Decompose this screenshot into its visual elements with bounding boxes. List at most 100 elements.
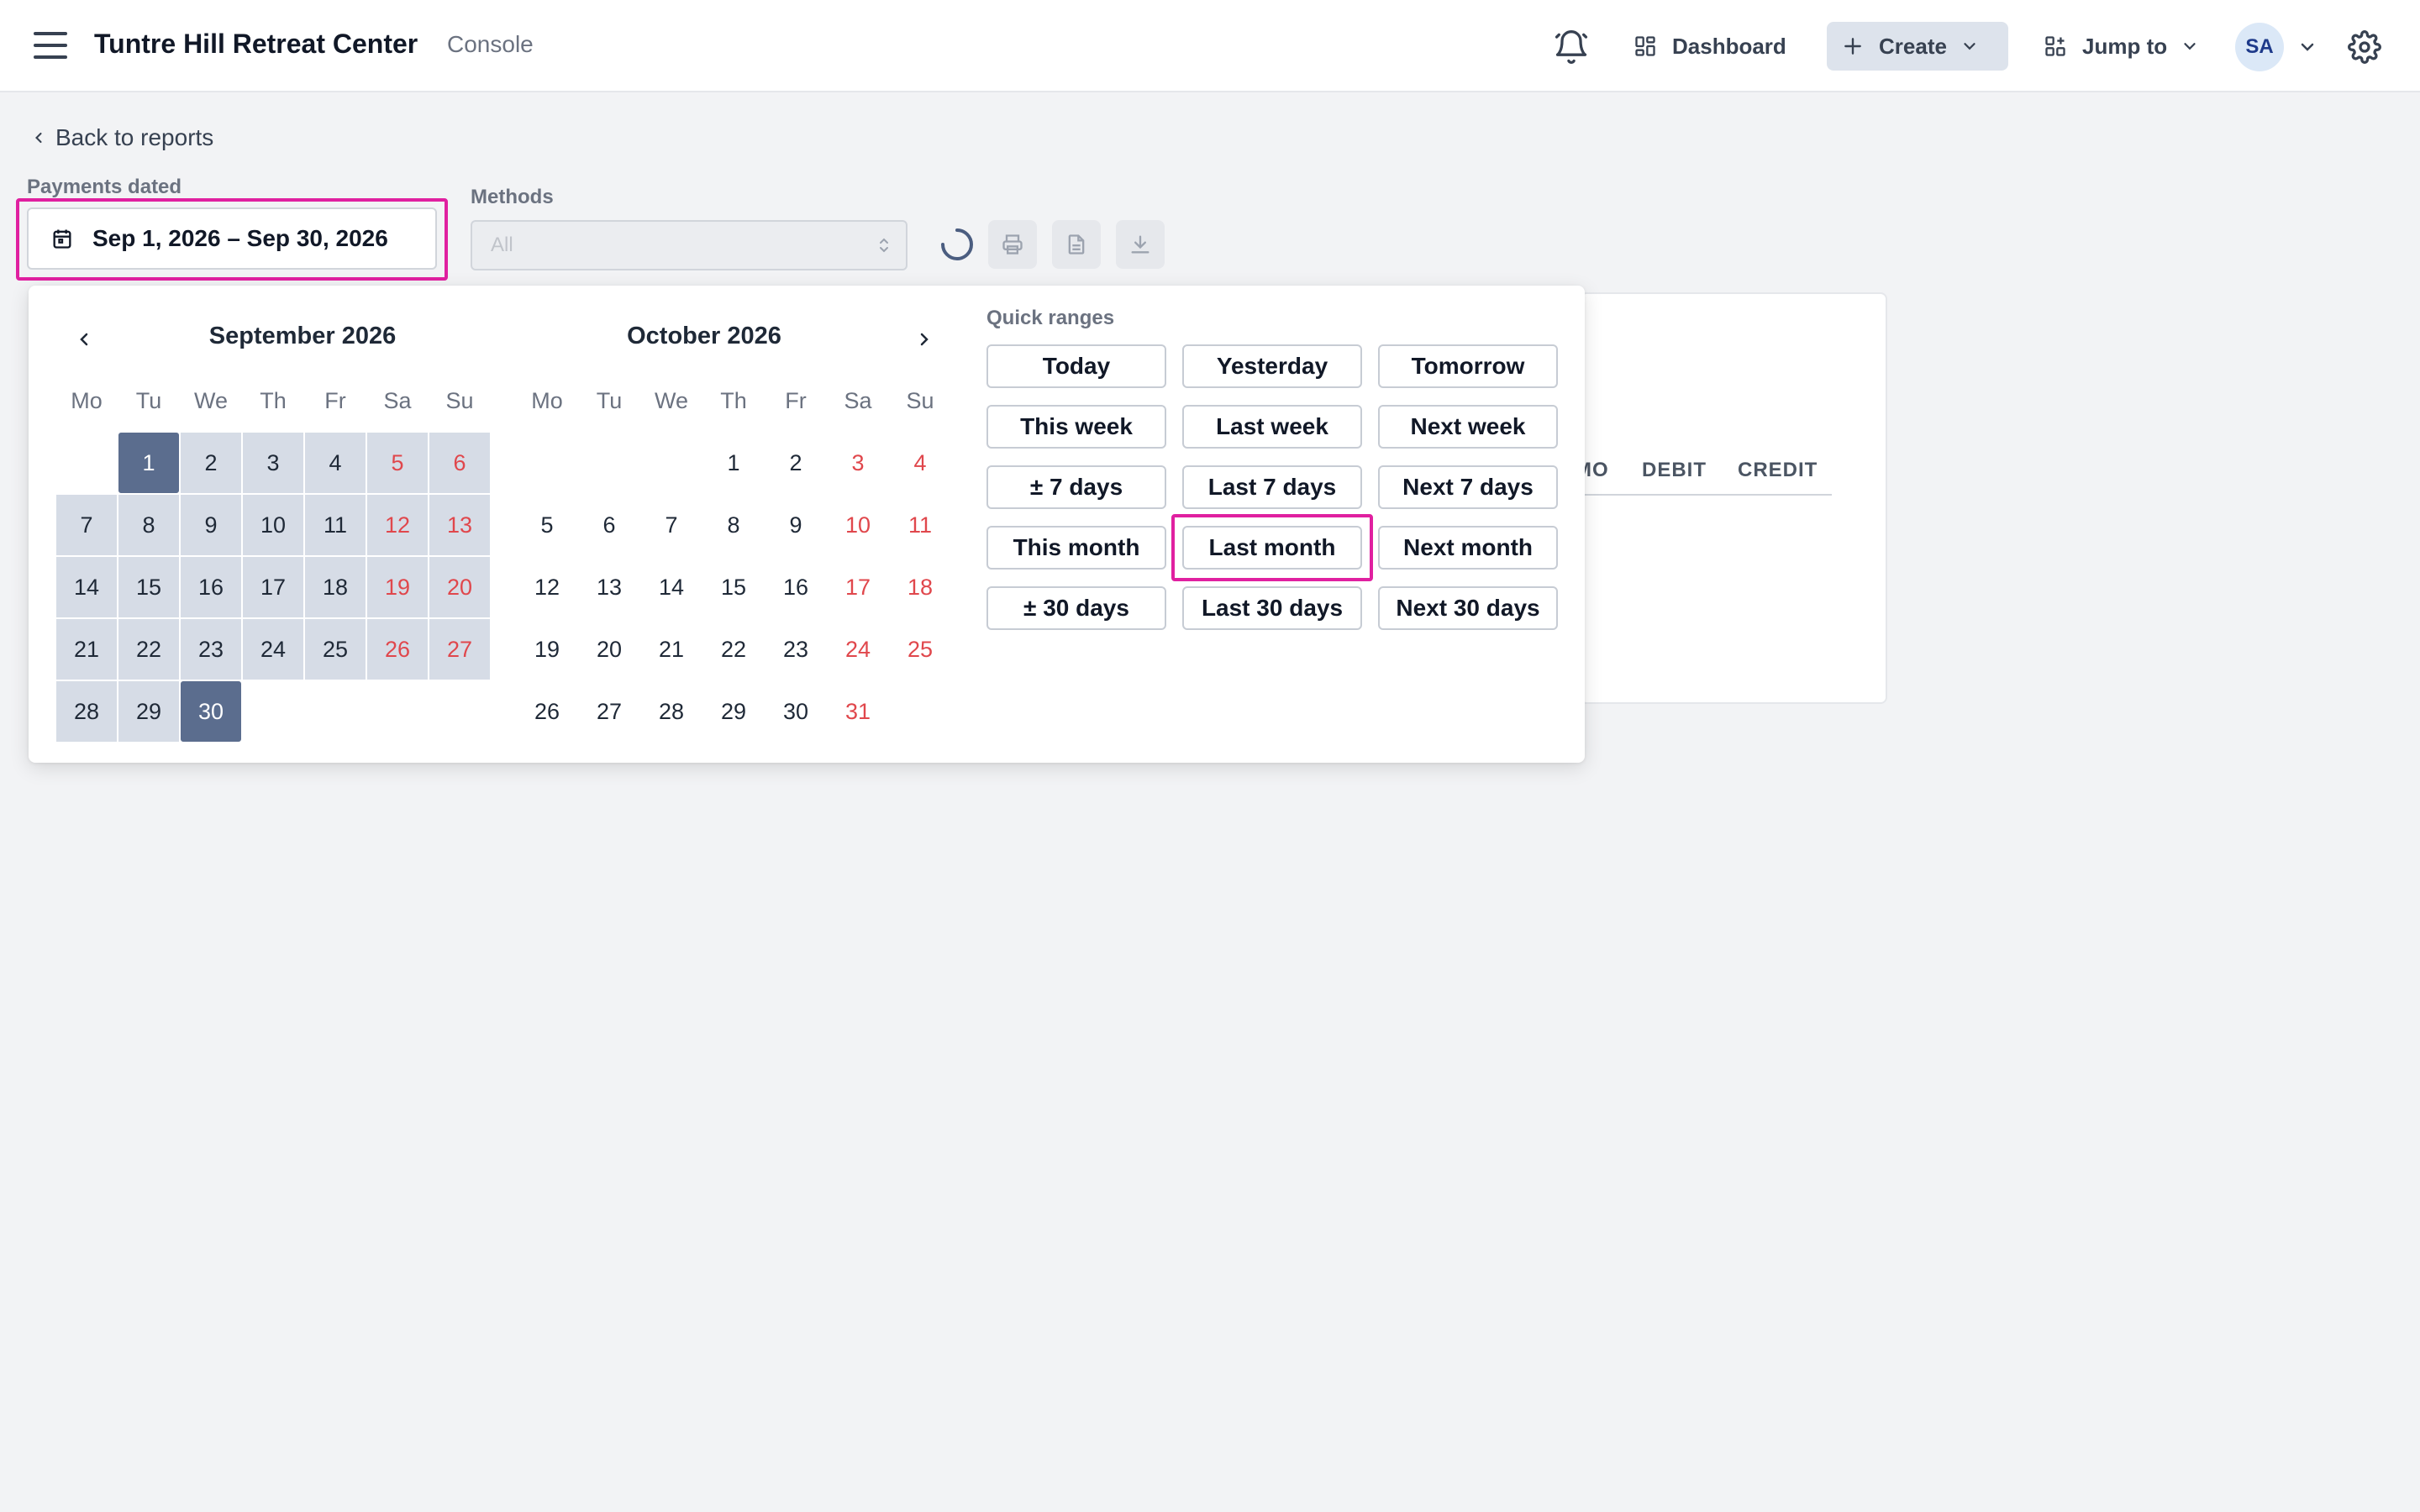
download-button[interactable]: [1116, 220, 1165, 269]
print-button[interactable]: [988, 220, 1037, 269]
weekday-label: Fr: [324, 388, 346, 413]
calendar-blank: [578, 432, 640, 494]
calendar-day[interactable]: 31: [827, 680, 889, 743]
quick-range-next-7-days[interactable]: Next 7 days: [1378, 465, 1558, 509]
calendar-day[interactable]: 21: [55, 618, 118, 680]
calendar-day[interactable]: 25: [304, 618, 366, 680]
table-header-divider: [1580, 494, 1832, 496]
calendar-day[interactable]: 27: [578, 680, 640, 743]
quick-range-this-month[interactable]: This month: [986, 526, 1166, 570]
user-avatar[interactable]: SA: [2235, 23, 2284, 71]
calendar-day[interactable]: 6: [429, 432, 491, 494]
calendar-day[interactable]: 24: [827, 618, 889, 680]
calendar-day[interactable]: 5: [516, 494, 578, 556]
calendar-day[interactable]: 7: [640, 494, 702, 556]
calendar-day[interactable]: 6: [578, 494, 640, 556]
chevron-right-icon: [920, 333, 929, 346]
quick-range-last-7-days[interactable]: Last 7 days: [1182, 465, 1362, 509]
calendar-day[interactable]: 2: [180, 432, 242, 494]
calendar-day[interactable]: 11: [889, 494, 951, 556]
quick-range-last-month[interactable]: Last month: [1182, 526, 1362, 570]
calendar-day[interactable]: 21: [640, 618, 702, 680]
calendar-day[interactable]: 3: [827, 432, 889, 494]
calendar-day[interactable]: 14: [640, 556, 702, 618]
weekday-label: Su: [906, 388, 934, 413]
calendar-day[interactable]: 22: [118, 618, 180, 680]
calendar-day[interactable]: 8: [118, 494, 180, 556]
calendar-day[interactable]: 3: [242, 432, 304, 494]
quick-range-last-30-days[interactable]: Last 30 days: [1182, 586, 1362, 630]
calendar-day[interactable]: 14: [55, 556, 118, 618]
quick-range-next-week[interactable]: Next week: [1378, 405, 1558, 449]
calendar-day[interactable]: 26: [366, 618, 429, 680]
jump-to-button[interactable]: Jump to: [2028, 22, 2214, 71]
methods-select[interactable]: All: [471, 220, 908, 270]
calendar-day[interactable]: 10: [827, 494, 889, 556]
calendar-day[interactable]: 17: [827, 556, 889, 618]
calendar-day[interactable]: 1: [118, 432, 180, 494]
document-button[interactable]: [1052, 220, 1101, 269]
calendar-day[interactable]: 11: [304, 494, 366, 556]
calendar-day[interactable]: 12: [516, 556, 578, 618]
calendar-day[interactable]: 4: [889, 432, 951, 494]
quick-range-this-week[interactable]: This week: [986, 405, 1166, 449]
quick-range-7-days[interactable]: ± 7 days: [986, 465, 1166, 509]
calendar-day[interactable]: 19: [516, 618, 578, 680]
quick-range-next-30-days[interactable]: Next 30 days: [1378, 586, 1558, 630]
page: Tuntre Hill Retreat Center Console Dashb…: [0, 0, 2420, 1512]
calendar-day[interactable]: 18: [304, 556, 366, 618]
calendar-day[interactable]: 28: [640, 680, 702, 743]
user-menu-chevron-icon[interactable]: [2297, 37, 2317, 57]
calendar-day[interactable]: 26: [516, 680, 578, 743]
calendar-day[interactable]: 18: [889, 556, 951, 618]
calendar-day[interactable]: 13: [578, 556, 640, 618]
gear-icon[interactable]: [2348, 30, 2381, 64]
calendar-day[interactable]: 10: [242, 494, 304, 556]
calendar-day[interactable]: 15: [118, 556, 180, 618]
calendar-day[interactable]: 16: [180, 556, 242, 618]
quick-range-yesterday[interactable]: Yesterday: [1182, 344, 1362, 388]
calendar-day[interactable]: 23: [180, 618, 242, 680]
calendar-day[interactable]: 24: [242, 618, 304, 680]
calendar-day[interactable]: 9: [180, 494, 242, 556]
calendar-day[interactable]: 4: [304, 432, 366, 494]
previous-month-button[interactable]: [69, 324, 99, 354]
calendar-day[interactable]: 16: [765, 556, 827, 618]
calendar-day[interactable]: 13: [429, 494, 491, 556]
calendar-day[interactable]: 5: [366, 432, 429, 494]
dashboard-button[interactable]: Dashboard: [1618, 22, 1802, 71]
apps-icon: [2045, 36, 2065, 56]
calendar-day[interactable]: 20: [578, 618, 640, 680]
calendar-day[interactable]: 30: [180, 680, 242, 743]
calendar-day[interactable]: 22: [702, 618, 765, 680]
calendar-day[interactable]: 23: [765, 618, 827, 680]
calendar-day[interactable]: 8: [702, 494, 765, 556]
quick-range-today[interactable]: Today: [986, 344, 1166, 388]
notification-bell-icon[interactable]: [1553, 29, 1590, 66]
calendar-day[interactable]: 12: [366, 494, 429, 556]
chevron-down-icon: [1964, 43, 1975, 50]
quick-range-last-week[interactable]: Last week: [1182, 405, 1362, 449]
calendar-day[interactable]: 30: [765, 680, 827, 743]
calendar-day[interactable]: 15: [702, 556, 765, 618]
calendar-day[interactable]: 25: [889, 618, 951, 680]
calendar-day[interactable]: 29: [118, 680, 180, 743]
quick-range-next-month[interactable]: Next month: [1378, 526, 1558, 570]
quick-range-30-days[interactable]: ± 30 days: [986, 586, 1166, 630]
calendar-day[interactable]: 19: [366, 556, 429, 618]
calendar-day[interactable]: 1: [702, 432, 765, 494]
back-to-reports-link[interactable]: Back to reports: [30, 124, 213, 151]
calendar-day[interactable]: 17: [242, 556, 304, 618]
menu-icon[interactable]: [34, 32, 67, 59]
calendar-day[interactable]: 9: [765, 494, 827, 556]
calendar-day[interactable]: 2: [765, 432, 827, 494]
calendar-day[interactable]: 28: [55, 680, 118, 743]
calendar-day[interactable]: 20: [429, 556, 491, 618]
calendar-day[interactable]: 29: [702, 680, 765, 743]
date-range-button[interactable]: Sep 1, 2026 – Sep 30, 2026: [27, 207, 437, 270]
calendar-day[interactable]: 7: [55, 494, 118, 556]
next-month-button[interactable]: [909, 324, 939, 354]
create-button[interactable]: Create: [1827, 22, 2008, 71]
quick-range-tomorrow[interactable]: Tomorrow: [1378, 344, 1558, 388]
calendar-day[interactable]: 27: [429, 618, 491, 680]
